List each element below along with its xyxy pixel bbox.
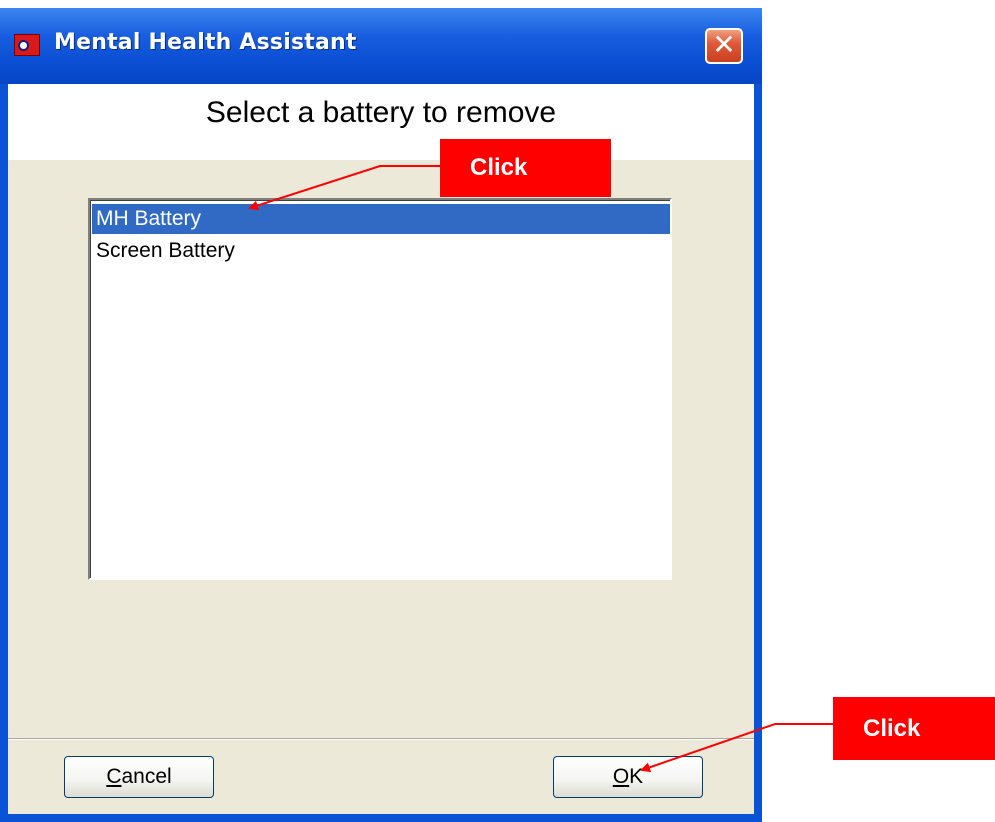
- app-logo-icon: [14, 34, 40, 56]
- dialog-body: Select a battery to remove MH Battery Sc…: [8, 84, 754, 814]
- title-bar[interactable]: Mental Health Assistant ✕: [0, 8, 762, 84]
- click-callout-ok: Click: [833, 697, 995, 760]
- header-band: Select a battery to remove: [8, 84, 754, 160]
- cancel-accel-key: C: [106, 765, 122, 788]
- list-item-mh-battery[interactable]: MH Battery: [92, 204, 670, 234]
- cancel-label-rest: ancel: [121, 765, 172, 788]
- ok-accel-key: O: [612, 765, 630, 788]
- list-item-screen-battery[interactable]: Screen Battery: [92, 236, 670, 266]
- close-icon[interactable]: ✕: [705, 28, 743, 64]
- cancel-button[interactable]: Cancel: [64, 756, 214, 798]
- click-callout-list: Click: [440, 139, 611, 197]
- app-logo-dot: [18, 40, 29, 51]
- battery-listbox[interactable]: MH Battery Screen Battery: [88, 198, 672, 580]
- dialog-window: Mental Health Assistant ✕ Select a batte…: [0, 8, 762, 822]
- ok-label-rest: K: [629, 765, 644, 788]
- dialog-heading: Select a battery to remove: [205, 96, 557, 129]
- ok-button[interactable]: OK: [553, 756, 703, 798]
- screenshot-stage: Mental Health Assistant ✕ Select a batte…: [0, 0, 995, 822]
- window-title: Mental Health Assistant: [54, 30, 357, 55]
- footer-divider: [8, 738, 754, 740]
